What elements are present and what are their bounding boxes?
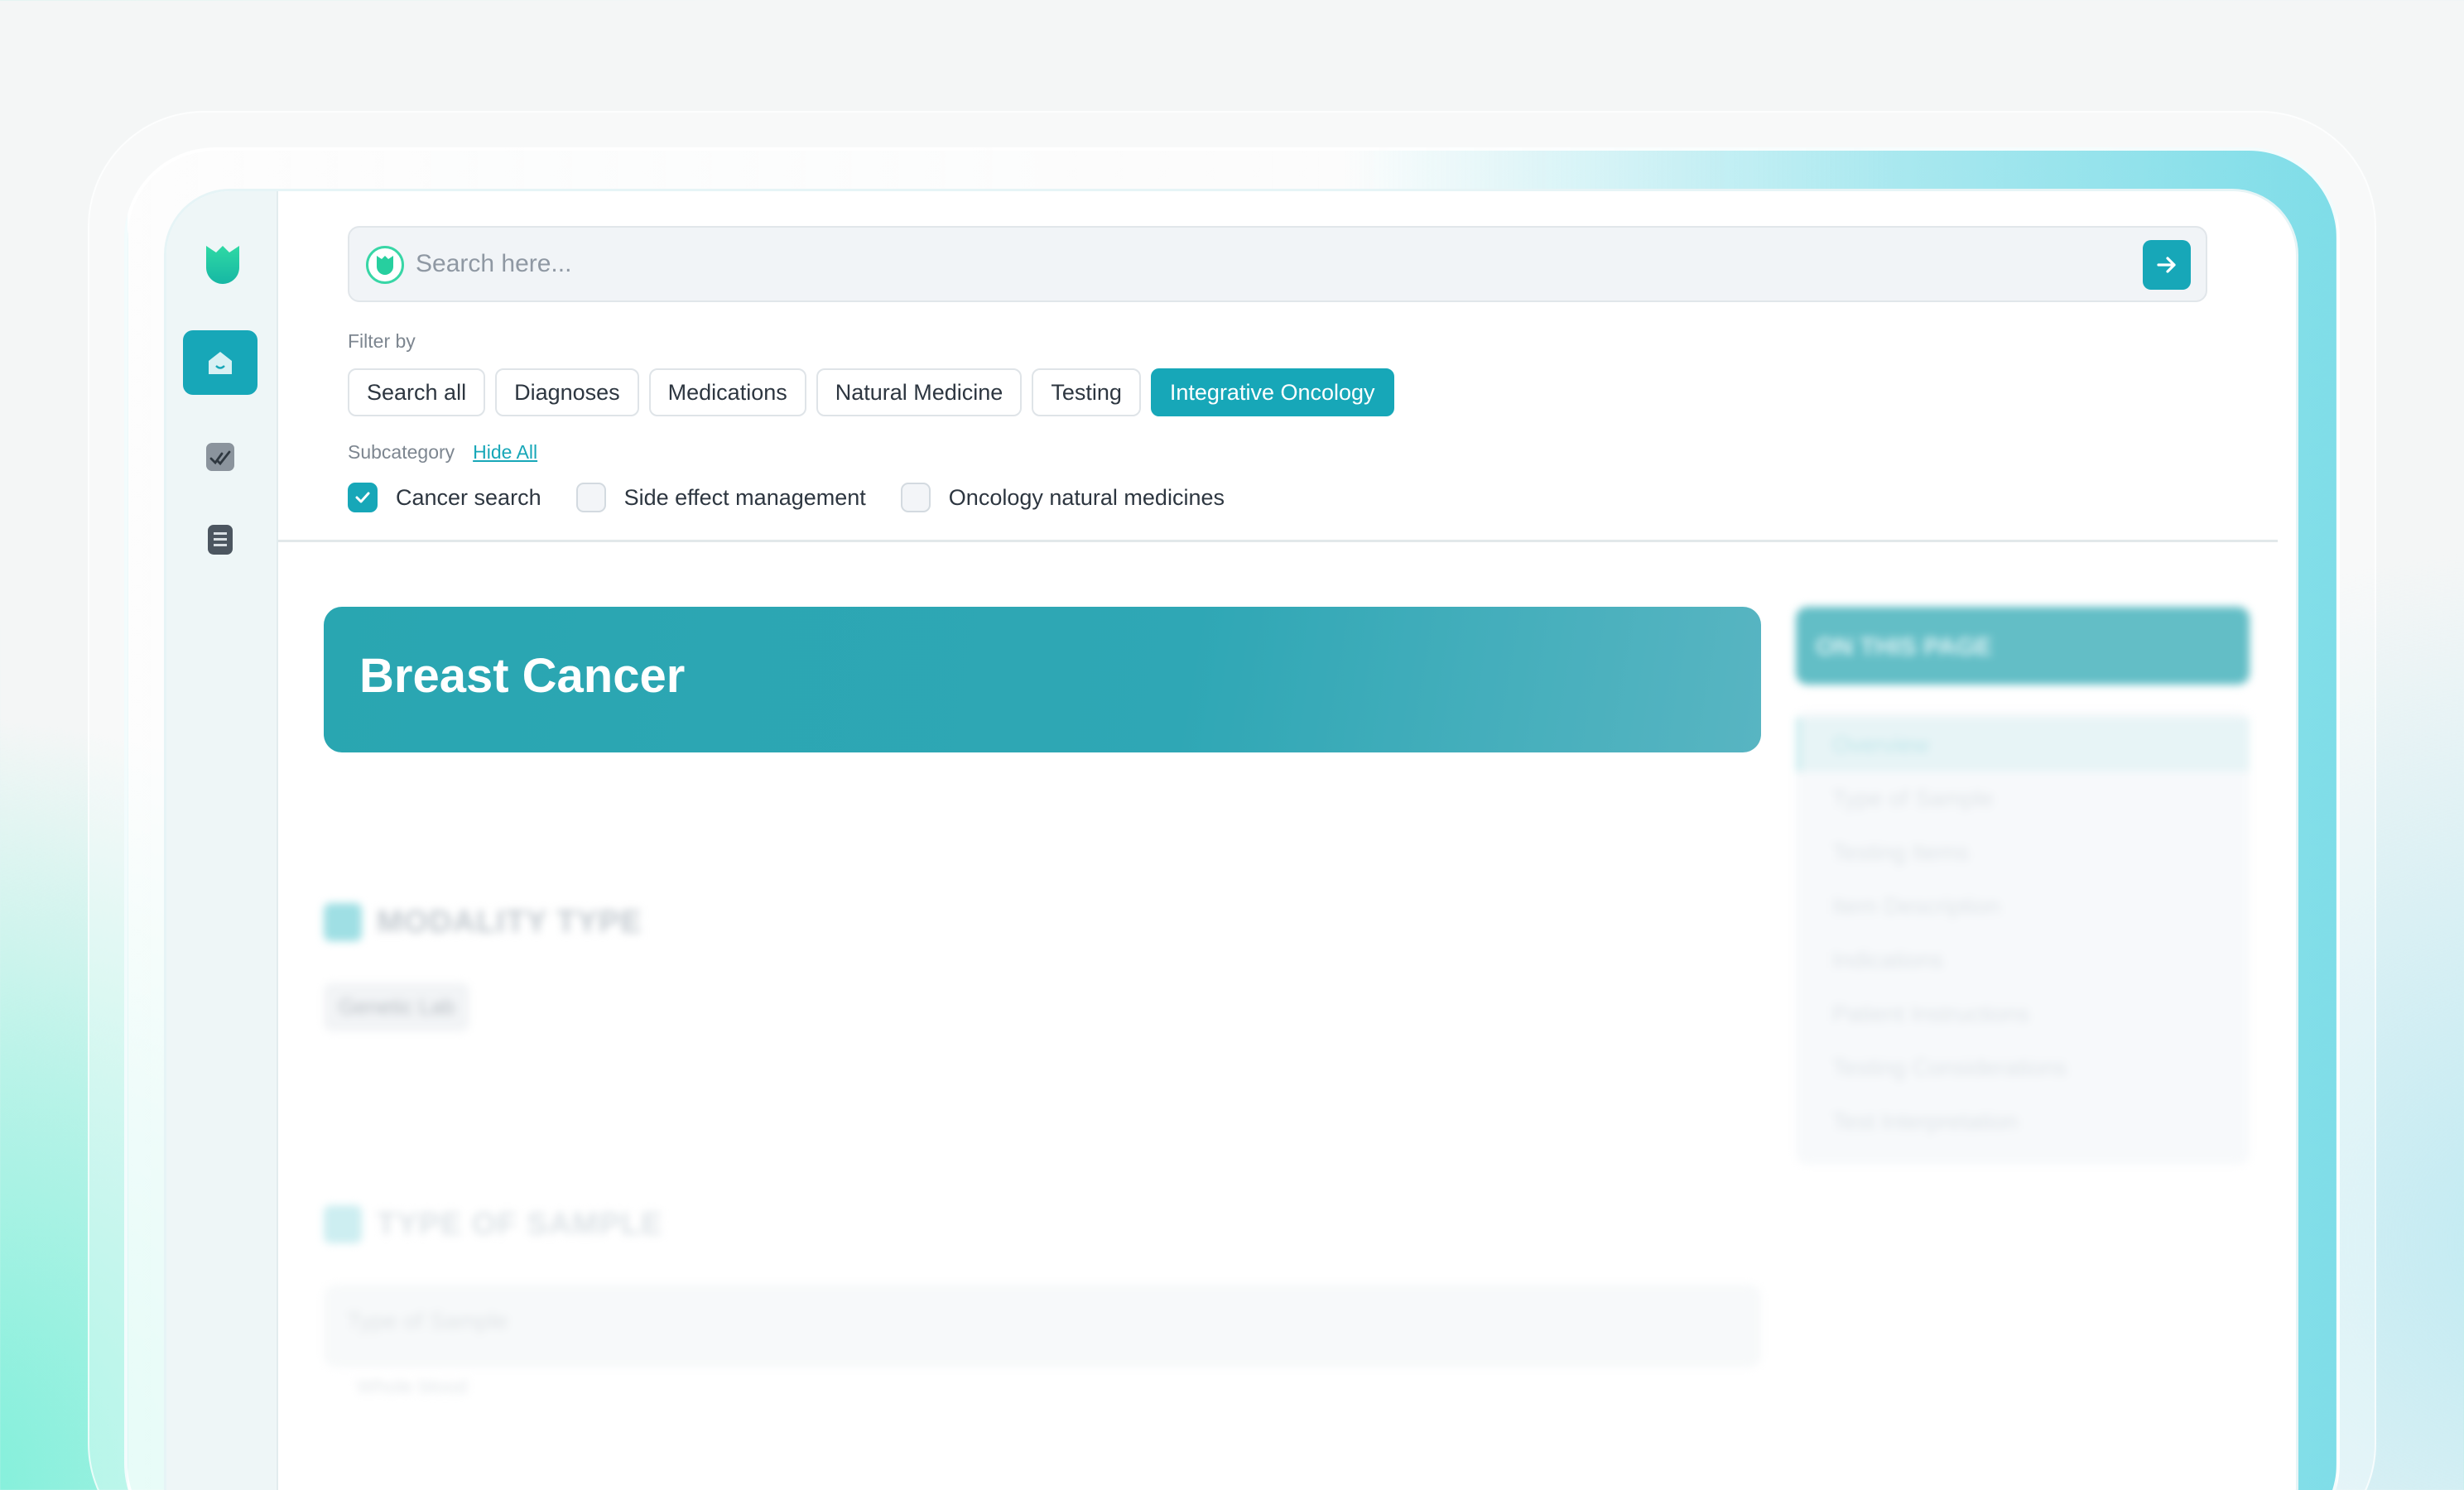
subcategory-header: Subcategory Hide All (348, 441, 537, 464)
toc-header: ON THIS PAGE (1796, 607, 2250, 685)
app-window: Filter by Search all Diagnoses Medicatio… (164, 189, 2298, 1490)
toc-item-testing-items[interactable]: Testing Items (1796, 825, 2250, 879)
sidebar (166, 191, 278, 1490)
sample-section: TYPE OF SAMPLE Type of Sample Whole bloo… (324, 1205, 1761, 1398)
checkmark-icon (355, 492, 370, 503)
toc-item-indications[interactable]: Indications (1796, 933, 2250, 987)
document-icon (208, 525, 233, 555)
checkbox-side-effect-management[interactable] (575, 483, 606, 512)
section-title: TYPE OF SAMPLE (377, 1206, 663, 1242)
search-bar[interactable] (348, 226, 2207, 302)
toc-item-type-of-sample[interactable]: Type of Sample (1796, 771, 2250, 825)
sidebar-item-home[interactable] (183, 330, 257, 395)
filter-label: Filter by (348, 330, 416, 352)
filter-chip-search-all[interactable]: Search all (348, 368, 486, 416)
checkbox-cancer-search[interactable] (348, 483, 378, 512)
filter-chip-integrative-oncology[interactable]: Integrative Oncology (1150, 368, 1394, 416)
filter-chip-medications[interactable]: Medications (648, 368, 806, 416)
sample-label: Type of Sample (347, 1308, 508, 1334)
toc-item-testing-considerations[interactable]: Testing Considerations (1796, 1041, 2250, 1094)
sidebar-item-documents[interactable] (183, 507, 257, 572)
toc-item-overview[interactable]: Overview (1796, 718, 2250, 771)
search-panel: Filter by Search all Diagnoses Medicatio… (278, 191, 2278, 542)
toc-item-item-description[interactable]: Item Description (1796, 879, 2250, 933)
check-icon (206, 443, 234, 471)
page-hero-banner: Breast Cancer (324, 607, 1761, 752)
on-this-page-panel: ON THIS PAGE Overview Type of Sample Tes… (1796, 607, 2250, 1165)
filter-chip-diagnoses[interactable]: Diagnoses (495, 368, 639, 416)
filter-chip-natural-medicine[interactable]: Natural Medicine (816, 368, 1023, 416)
checkbox-oncology-natural-medicines[interactable] (900, 483, 931, 512)
page-title: Breast Cancer (359, 649, 686, 703)
checkbox-label: Cancer search (396, 484, 541, 510)
subcategory-options: Cancer search Side effect management Onc… (348, 483, 1259, 512)
arrow-right-icon (2157, 257, 2176, 273)
checkbox-label: Oncology natural medicines (948, 484, 1225, 510)
section-title: MODALITY TYPE (377, 904, 642, 940)
sample-value: Whole blood (357, 1376, 468, 1398)
subcategory-label: Subcategory (348, 441, 455, 463)
hide-all-link[interactable]: Hide All (473, 441, 537, 464)
sample-accordion[interactable]: Type of Sample Whole blood (324, 1285, 1761, 1398)
search-submit-button[interactable] (2143, 240, 2191, 290)
logo-icon[interactable] (203, 243, 243, 286)
home-icon (209, 352, 232, 374)
modality-section: MODALITY TYPE Genetic Lab (324, 903, 1761, 1031)
toc-list: Overview Type of Sample Testing Items It… (1796, 711, 2250, 1165)
main-content: Filter by Search all Diagnoses Medicatio… (278, 191, 2296, 1490)
toc-item-test-interpretation[interactable]: Test Interpretation (1796, 1094, 2250, 1148)
brand-icon (366, 246, 404, 284)
sidebar-item-tasks[interactable] (183, 425, 257, 489)
toc-item-patient-instructions[interactable]: Patient Instructions (1796, 987, 2250, 1041)
filter-chips: Search all Diagnoses Medications Natural… (348, 368, 1394, 416)
section-icon (324, 903, 362, 941)
filter-chip-testing[interactable]: Testing (1032, 368, 1141, 416)
section-icon (324, 1205, 362, 1243)
search-input[interactable] (416, 241, 2105, 287)
modality-chip[interactable]: Genetic Lab (324, 983, 470, 1031)
checkbox-label: Side effect management (623, 484, 866, 510)
toc-title: ON THIS PAGE (1816, 633, 1992, 661)
